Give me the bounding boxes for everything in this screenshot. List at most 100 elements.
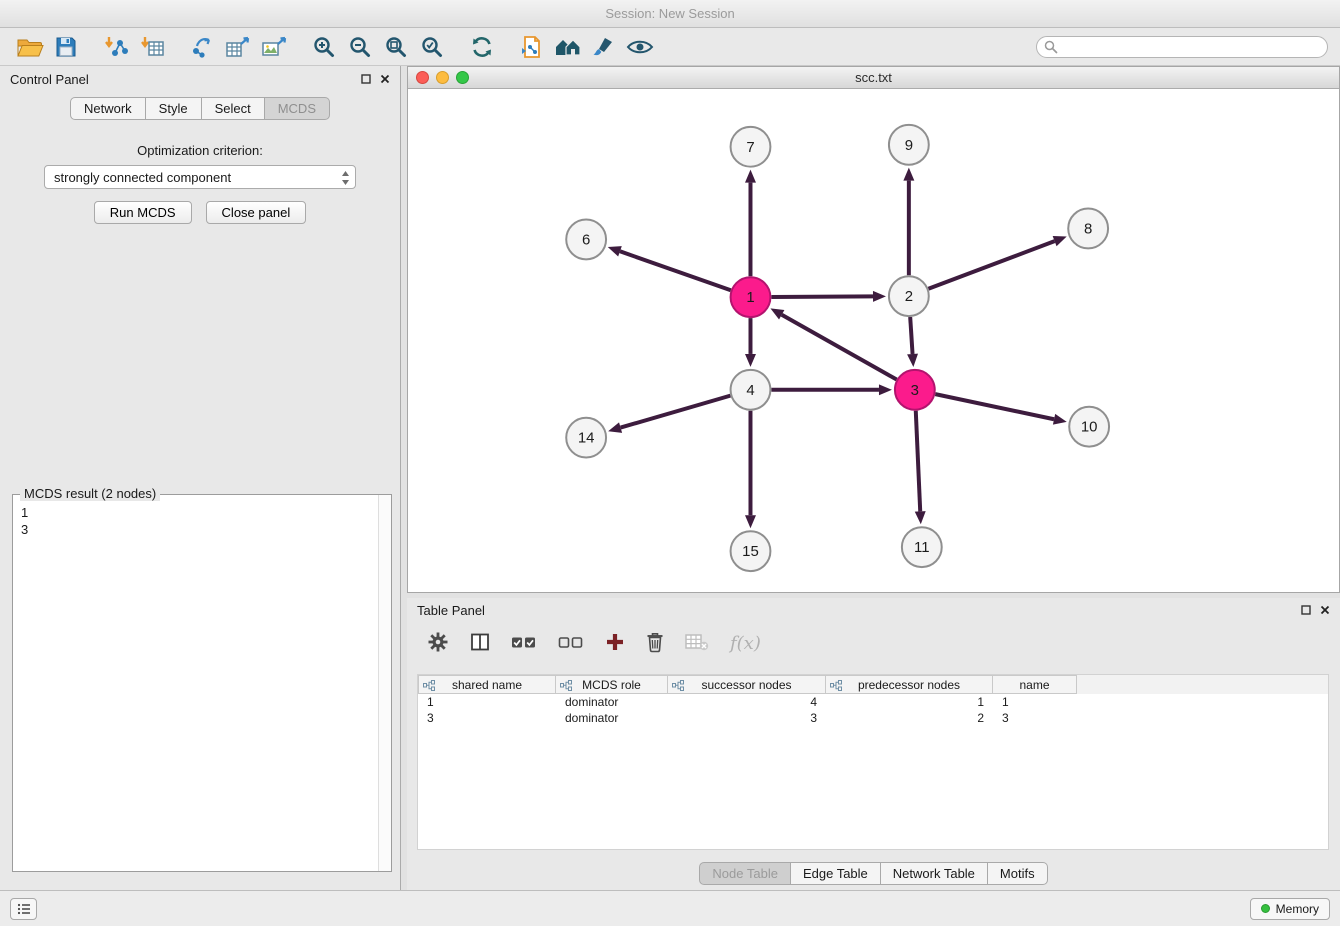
close-panel-icon[interactable] — [380, 72, 390, 87]
memory-label: Memory — [1276, 902, 1319, 916]
float-panel-icon[interactable] — [361, 72, 371, 87]
column-header-predecessor-nodes[interactable]: predecessor nodes — [826, 675, 993, 694]
graph-edge-arrowhead — [915, 511, 926, 524]
memory-button[interactable]: Memory — [1250, 898, 1330, 920]
tab-mcds[interactable]: MCDS — [265, 97, 330, 120]
zoom-selected-icon[interactable] — [414, 32, 450, 62]
app-window: Session: New Session — [0, 0, 1340, 926]
control-panel: Control Panel Network Style Select MCDS … — [0, 66, 401, 890]
tab-style[interactable]: Style — [146, 97, 202, 120]
node-table: shared name MCDS role successor nodes pr… — [417, 674, 1329, 850]
graph-edge-1-6[interactable] — [620, 251, 731, 290]
show-column-icon[interactable] — [470, 632, 490, 655]
window-titlebar: Session: New Session — [0, 0, 1340, 28]
graph-node-label: 11 — [914, 539, 930, 556]
graph-node-10[interactable]: 10 — [1069, 407, 1109, 447]
graph-edge-2-8[interactable] — [928, 241, 1054, 289]
graph-node-4[interactable]: 4 — [731, 370, 771, 410]
graph-node-14[interactable]: 14 — [566, 418, 606, 458]
import-table-icon[interactable] — [134, 32, 170, 62]
graph-edge-3-1[interactable] — [782, 315, 897, 380]
column-attribute-icon — [560, 680, 572, 694]
tab-network-table[interactable]: Network Table — [881, 862, 988, 885]
search-input[interactable] — [1036, 36, 1328, 58]
result-scrollbar[interactable] — [378, 495, 391, 871]
cell-predecessor-nodes: 2 — [826, 711, 993, 725]
add-row-icon[interactable] — [605, 632, 625, 655]
zoom-in-icon[interactable] — [306, 32, 342, 62]
network-canvas[interactable]: 7 9 6 8 1 2 4 3 14 10 15 11 — [408, 89, 1339, 592]
tab-edge-table[interactable]: Edge Table — [791, 862, 881, 885]
graph-edge-arrowhead — [879, 384, 892, 395]
column-header-name[interactable]: name — [993, 675, 1077, 694]
mcds-result-box[interactable]: MCDS result (2 nodes) 1 3 — [12, 494, 392, 872]
graph-edge-4-14[interactable] — [621, 396, 731, 428]
zoom-fit-icon[interactable] — [378, 32, 414, 62]
graph-edge-arrowhead — [903, 168, 914, 181]
network-graph[interactable]: 7 9 6 8 1 2 4 3 14 10 15 11 — [408, 89, 1339, 592]
cell-successor-nodes: 4 — [668, 695, 826, 709]
export-table-icon[interactable] — [220, 32, 256, 62]
column-header-successor-nodes[interactable]: successor nodes — [668, 675, 826, 694]
table-row[interactable]: 3 dominator 3 2 3 — [418, 710, 1328, 726]
column-header-mcds-role[interactable]: MCDS role — [556, 675, 668, 694]
graph-edge-2-3[interactable] — [910, 317, 912, 354]
column-attribute-icon — [423, 680, 435, 694]
graph-node-8[interactable]: 8 — [1068, 209, 1108, 249]
network-window-titlebar[interactable]: scc.txt — [408, 67, 1339, 89]
save-session-icon[interactable] — [48, 32, 84, 62]
run-mcds-button[interactable]: Run MCDS — [94, 201, 192, 224]
delete-row-icon[interactable] — [646, 631, 664, 656]
column-label: MCDS role — [582, 678, 641, 692]
show-panels-button[interactable] — [10, 898, 37, 920]
tab-motifs[interactable]: Motifs — [988, 862, 1048, 885]
select-all-icon[interactable] — [511, 633, 537, 654]
graph-node-label: 15 — [742, 543, 759, 560]
graph-edge-3-11[interactable] — [916, 411, 920, 512]
close-panel-button[interactable]: Close panel — [206, 201, 307, 224]
home-icon[interactable] — [550, 32, 586, 62]
graph-node-9[interactable]: 9 — [889, 125, 929, 165]
float-panel-icon[interactable] — [1301, 603, 1311, 618]
graph-edge-arrowhead — [608, 422, 622, 433]
graph-edge-3-10[interactable] — [935, 394, 1054, 419]
mcds-result-line: 3 — [21, 521, 383, 538]
column-label: name — [1019, 678, 1049, 692]
status-bar: Memory — [0, 890, 1340, 926]
export-network-icon[interactable] — [184, 32, 220, 62]
table-row[interactable]: 1 dominator 4 1 1 — [418, 694, 1328, 710]
criterion-select[interactable]: strongly connected component — [44, 165, 356, 189]
open-network-file-icon[interactable] — [514, 32, 550, 62]
column-label: predecessor nodes — [858, 678, 960, 692]
graph-edge-1-2[interactable] — [771, 296, 873, 297]
close-window-icon[interactable] — [416, 71, 429, 84]
table-panel-title: Table Panel — [417, 603, 485, 618]
zoom-window-icon[interactable] — [456, 71, 469, 84]
graph-node-label: 8 — [1084, 220, 1092, 237]
open-session-icon[interactable] — [12, 32, 48, 62]
apply-layout-icon[interactable] — [464, 32, 500, 62]
column-header-shared-name[interactable]: shared name — [418, 675, 556, 694]
table-panel-tabs: Node Table Edge Table Network Table Moti… — [407, 862, 1340, 885]
traffic-lights — [416, 71, 469, 84]
table-settings-icon[interactable] — [427, 631, 449, 656]
tab-network[interactable]: Network — [70, 97, 146, 120]
graph-node-7[interactable]: 7 — [731, 127, 771, 167]
deselect-all-icon[interactable] — [558, 633, 584, 654]
close-panel-icon[interactable] — [1320, 603, 1330, 618]
graph-node-1[interactable]: 1 — [731, 277, 771, 317]
tab-select[interactable]: Select — [202, 97, 265, 120]
import-network-icon[interactable] — [98, 32, 134, 62]
zoom-out-icon[interactable] — [342, 32, 378, 62]
eye-icon[interactable] — [622, 32, 658, 62]
graph-node-2[interactable]: 2 — [889, 276, 929, 316]
minimize-window-icon[interactable] — [436, 71, 449, 84]
graph-node-15[interactable]: 15 — [731, 531, 771, 571]
graph-node-6[interactable]: 6 — [566, 219, 606, 259]
graph-node-3[interactable]: 3 — [895, 370, 935, 410]
style-brush-icon[interactable] — [586, 32, 622, 62]
graph-node-11[interactable]: 11 — [902, 527, 942, 567]
tab-node-table[interactable]: Node Table — [699, 862, 791, 885]
export-image-icon[interactable] — [256, 32, 292, 62]
mcds-result-title: MCDS result (2 nodes) — [20, 486, 160, 501]
